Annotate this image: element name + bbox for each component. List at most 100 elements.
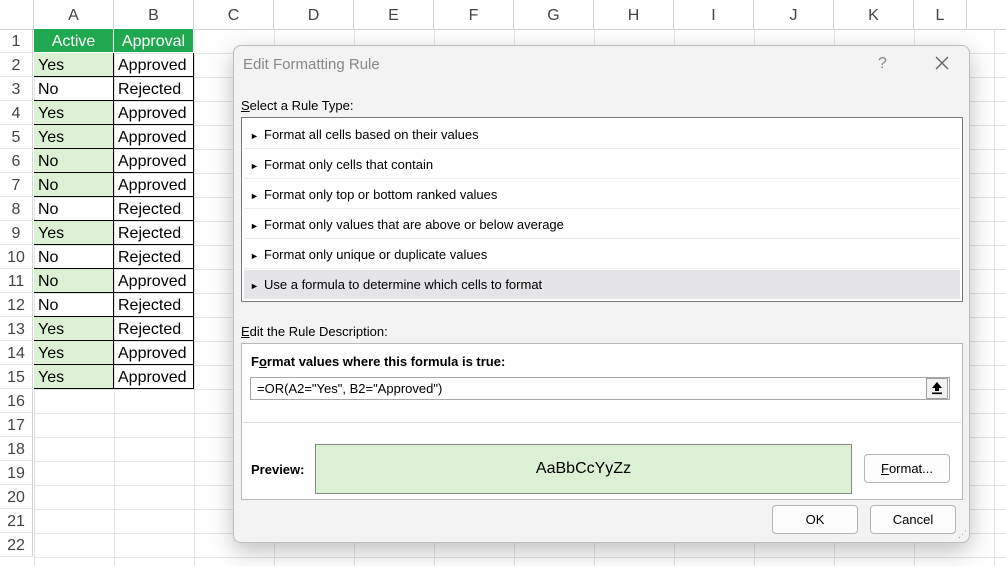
rule-description-panel: Format values where this formula is true…: [241, 343, 963, 500]
table-cell-approval[interactable]: Approved: [114, 173, 194, 197]
column-header-b[interactable]: B: [114, 0, 194, 29]
table-cell-active[interactable]: Yes: [34, 125, 114, 149]
row-header[interactable]: 4: [0, 101, 33, 125]
table-cell-active[interactable]: Yes: [34, 365, 114, 389]
table-cell-approval[interactable]: Rejected: [114, 245, 194, 269]
row-header[interactable]: 22: [0, 533, 33, 557]
rule-type-item[interactable]: ► Format only unique or duplicate values: [244, 240, 960, 269]
rule-type-item[interactable]: ► Format only cells that contain: [244, 150, 960, 179]
column-header-c[interactable]: C: [194, 0, 274, 29]
table-cell-approval[interactable]: Rejected: [114, 317, 194, 341]
row-header[interactable]: 17: [0, 413, 33, 437]
row-header[interactable]: 3: [0, 77, 33, 101]
row-header[interactable]: 2: [0, 53, 33, 77]
divider: [243, 422, 961, 423]
arrow-right-icon: ►: [250, 281, 259, 291]
row-header[interactable]: 18: [0, 437, 33, 461]
row-header[interactable]: 8: [0, 197, 33, 221]
rule-type-list[interactable]: ► Format all cells based on their values ►…: [241, 117, 963, 302]
rule-type-label: Format only values that are above or bel…: [264, 217, 564, 232]
rule-type-item[interactable]: ► Format only top or bottom ranked values: [244, 180, 960, 209]
table-cell-active[interactable]: No: [34, 149, 114, 173]
table-cell-active[interactable]: No: [34, 269, 114, 293]
edit-formatting-rule-dialog: Edit Formatting Rule ? Select a Rule Typ…: [233, 45, 970, 543]
table-cell-active[interactable]: Yes: [34, 101, 114, 125]
table-cell-active[interactable]: No: [34, 245, 114, 269]
row-header[interactable]: 9: [0, 221, 33, 245]
ok-button[interactable]: OK: [772, 505, 858, 534]
rule-type-label: Use a formula to determine which cells t…: [264, 277, 543, 292]
preview-box: AaBbCcYyZz: [315, 444, 852, 494]
table-cell-approval[interactable]: Approved: [114, 149, 194, 173]
arrow-right-icon: ►: [250, 191, 259, 201]
format-button[interactable]: Format...: [864, 454, 950, 483]
row-header[interactable]: 13: [0, 317, 33, 341]
preview-label: Preview:: [251, 462, 305, 477]
table-cell-active[interactable]: Yes: [34, 221, 114, 245]
table-cell-approval[interactable]: Approved: [114, 53, 194, 77]
rule-type-item[interactable]: ► Use a formula to determine which cells …: [244, 270, 960, 299]
formula-input[interactable]: [250, 377, 950, 400]
table-cell-approval[interactable]: Rejected: [114, 77, 194, 101]
table-cell-approval[interactable]: Approved: [114, 101, 194, 125]
row-header[interactable]: 1: [0, 29, 33, 53]
table-cell-active[interactable]: Yes: [34, 341, 114, 365]
row-header[interactable]: 15: [0, 365, 33, 389]
rule-description-label: Edit the Rule Description:: [241, 324, 388, 339]
column-headers: ABCDEFGHIJKL: [0, 0, 1006, 30]
rule-type-item[interactable]: ► Format all cells based on their values: [244, 120, 960, 149]
row-header[interactable]: 11: [0, 269, 33, 293]
row-header[interactable]: 16: [0, 389, 33, 413]
upload-arrow-icon: [932, 382, 942, 395]
table-cell-active[interactable]: No: [34, 77, 114, 101]
table-cell-active[interactable]: No: [34, 197, 114, 221]
table-cell-approval[interactable]: Rejected: [114, 293, 194, 317]
table-cell-approval[interactable]: Approved: [114, 125, 194, 149]
column-header-f[interactable]: F: [434, 0, 514, 29]
table-cell-active[interactable]: Yes: [34, 317, 114, 341]
table-cell-approval[interactable]: Rejected: [114, 221, 194, 245]
table-cell-approval[interactable]: Approved: [114, 341, 194, 365]
rule-type-label: Format all cells based on their values: [264, 127, 479, 142]
close-icon[interactable]: [931, 52, 953, 74]
column-header-k[interactable]: K: [834, 0, 914, 29]
formula-title: Format values where this formula is true…: [251, 354, 506, 369]
row-header[interactable]: 6: [0, 149, 33, 173]
arrow-right-icon: ►: [250, 251, 259, 261]
column-header-h[interactable]: H: [594, 0, 674, 29]
rule-type-item[interactable]: ► Format only values that are above or be…: [244, 210, 960, 239]
table-cell-approval[interactable]: Approved: [114, 269, 194, 293]
row-header[interactable]: 10: [0, 245, 33, 269]
arrow-right-icon: ►: [250, 161, 259, 171]
collapse-dialog-button[interactable]: [926, 378, 948, 399]
resize-grip-icon[interactable]: ⋰: [958, 529, 967, 540]
table-cell-active[interactable]: No: [34, 293, 114, 317]
header-cell-active[interactable]: Active: [34, 29, 114, 53]
table-cell-approval[interactable]: Rejected: [114, 197, 194, 221]
rule-type-label: Format only cells that contain: [264, 157, 434, 172]
arrow-right-icon: ►: [250, 131, 259, 141]
select-all-corner[interactable]: [0, 0, 34, 29]
help-button[interactable]: ?: [878, 55, 887, 73]
row-header[interactable]: 12: [0, 293, 33, 317]
row-header[interactable]: 21: [0, 509, 33, 533]
row-header[interactable]: 14: [0, 341, 33, 365]
table-cell-active[interactable]: No: [34, 173, 114, 197]
table-cell-active[interactable]: Yes: [34, 53, 114, 77]
column-header-a[interactable]: A: [34, 0, 114, 29]
cancel-button[interactable]: Cancel: [870, 505, 956, 534]
column-header-e[interactable]: E: [354, 0, 434, 29]
table-cell-approval[interactable]: Approved: [114, 365, 194, 389]
column-header-i[interactable]: I: [674, 0, 754, 29]
row-header[interactable]: 20: [0, 485, 33, 509]
column-header-j[interactable]: J: [754, 0, 834, 29]
column-header-l[interactable]: L: [914, 0, 967, 29]
column-header-d[interactable]: D: [274, 0, 354, 29]
header-cell-approval[interactable]: Approval: [114, 29, 194, 53]
dialog-title: Edit Formatting Rule: [243, 56, 380, 73]
column-header-g[interactable]: G: [514, 0, 594, 29]
row-header[interactable]: 5: [0, 125, 33, 149]
row-header[interactable]: 19: [0, 461, 33, 485]
row-header[interactable]: 7: [0, 173, 33, 197]
rule-type-label: Format only unique or duplicate values: [264, 247, 488, 262]
